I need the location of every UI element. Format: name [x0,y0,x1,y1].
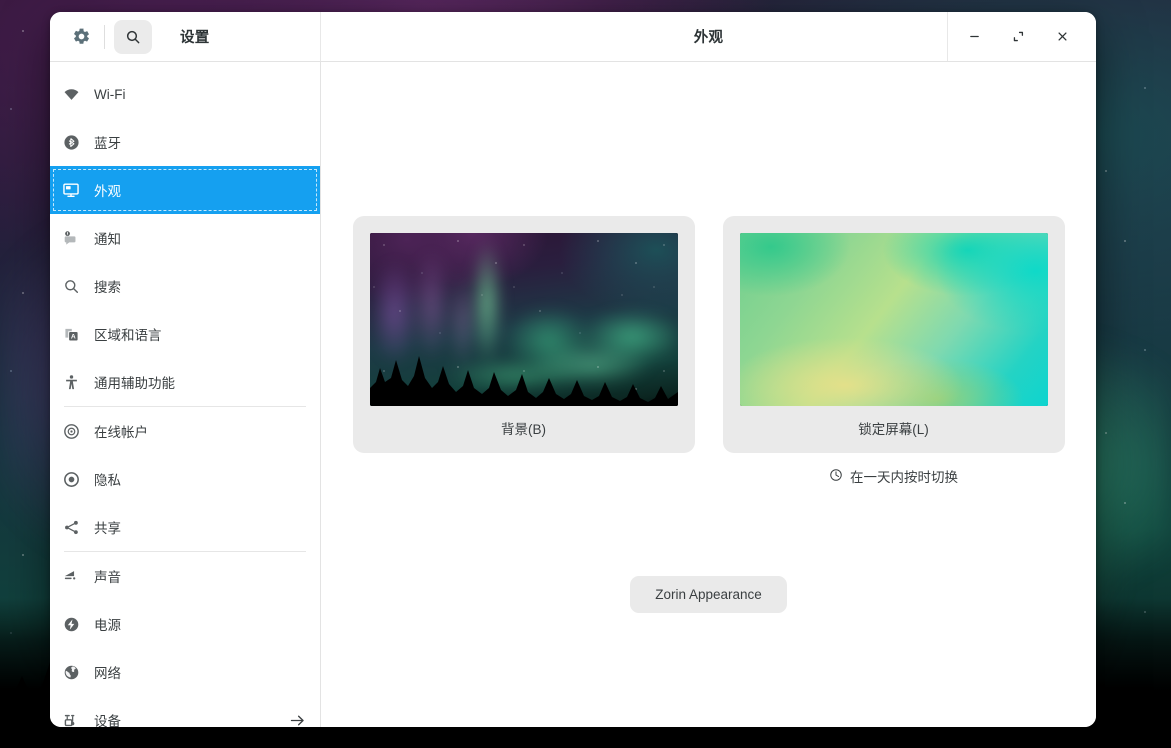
headerbar-sidebar-section: 设置 [50,12,321,61]
sidebar-item-wifi[interactable]: Wi-Fi [50,70,320,118]
sidebar-item-network[interactable]: 网络 [50,648,320,696]
clock-icon [829,468,843,485]
wifi-icon [62,85,80,103]
search-icon [62,277,80,295]
arrow-right-icon [289,712,306,728]
close-button[interactable] [1040,17,1084,57]
sidebar-item-label: Wi-Fi [94,86,126,102]
sharing-icon [62,518,80,536]
search-icon[interactable] [114,19,152,54]
sidebar-item-label: 隐私 [94,473,121,488]
settings-window: 设置 外观 Wi-Fi 蓝牙 外观 通知 搜索 A 区域和语言 通用辅助功能 在… [50,12,1096,727]
sidebar-item-label: 设备 [94,714,121,727]
sidebar-item-devices[interactable]: 设备 [50,696,320,727]
sidebar-item-sharing[interactable]: 共享 [50,503,320,551]
privacy-icon [62,470,80,488]
sidebar-item-sound[interactable]: 声音 [50,552,320,600]
network-icon [62,663,80,681]
window-headerbar: 设置 外观 [50,12,1096,62]
sidebar-item-bluetooth[interactable]: 蓝牙 [50,118,320,166]
sidebar-item-appearance[interactable]: 外观 [50,166,320,214]
sidebar-item-label: 声音 [94,570,121,585]
settings-sidebar: Wi-Fi 蓝牙 外观 通知 搜索 A 区域和语言 通用辅助功能 在线帐户 隐私… [50,62,321,727]
sidebar-item-label: 区域和语言 [94,328,162,343]
sidebar-item-power[interactable]: 电源 [50,600,320,648]
preview-cards-row: 背景(B) 锁定屏幕(L) 在一天内按时切换 [352,216,1065,486]
sound-icon [62,567,80,585]
scheduled-switch-label: 在一天内按时切换 [850,470,958,485]
online-accounts-icon [62,422,80,440]
sidebar-title: 设置 [180,30,210,46]
sidebar-item-label: 搜索 [94,280,121,295]
sidebar-item-label: 共享 [94,521,121,536]
sidebar-item-label: 在线帐户 [94,425,148,440]
headerbar-divider [104,24,105,49]
notifications-icon [62,229,80,247]
lock-screen-card[interactable]: 锁定屏幕(L) [722,216,1065,453]
bluetooth-icon [62,133,80,151]
headerbar-main-section: 外观 [321,12,1096,61]
gear-icon[interactable] [64,20,98,54]
sidebar-item-label: 通用辅助功能 [94,376,175,391]
sidebar-item-label: 网络 [94,666,121,681]
sidebar-item-label: 外观 [94,184,121,199]
minimize-button[interactable] [952,17,996,57]
sidebar-item-region-language[interactable]: A 区域和语言 [50,310,320,358]
devices-icon [62,711,80,727]
sidebar-item-accessibility[interactable]: 通用辅助功能 [50,358,320,406]
desktop: 设置 外观 Wi-Fi 蓝牙 外观 通知 搜索 A 区域和语言 通用辅助功能 在… [0,0,1171,748]
power-icon [62,615,80,633]
maximize-button[interactable] [996,17,1040,57]
sidebar-item-online-accounts[interactable]: 在线帐户 [50,407,320,455]
aurora-forest-photo [369,233,678,406]
svg-text:A: A [70,333,75,340]
window-body: Wi-Fi 蓝牙 外观 通知 搜索 A 区域和语言 通用辅助功能 在线帐户 隐私… [50,62,1096,727]
card-caption: 锁定屏幕(L) [858,422,929,437]
sidebar-item-label: 通知 [94,232,121,247]
window-controls [947,12,1096,61]
sidebar-item-privacy[interactable]: 隐私 [50,455,320,503]
lock-screen-column: 锁定屏幕(L) 在一天内按时切换 [722,216,1065,486]
sidebar-item-search[interactable]: 搜索 [50,262,320,310]
region-language-icon: A [62,325,80,343]
display-icon [62,181,80,199]
green-cyan-gradient [739,233,1048,406]
background-card[interactable]: 背景(B) [352,216,695,453]
sidebar-item-label: 蓝牙 [94,136,121,151]
appearance-content: 背景(B) 锁定屏幕(L) 在一天内按时切换 Zorin Appearance [321,62,1096,727]
zorin-appearance-button[interactable]: Zorin Appearance [630,576,787,613]
sidebar-item-label: 电源 [94,618,121,633]
accessibility-icon [62,373,80,391]
card-caption: 背景(B) [501,422,546,437]
sidebar-item-notifications[interactable]: 通知 [50,214,320,262]
scheduled-switch-note: 在一天内按时切换 [829,466,958,486]
